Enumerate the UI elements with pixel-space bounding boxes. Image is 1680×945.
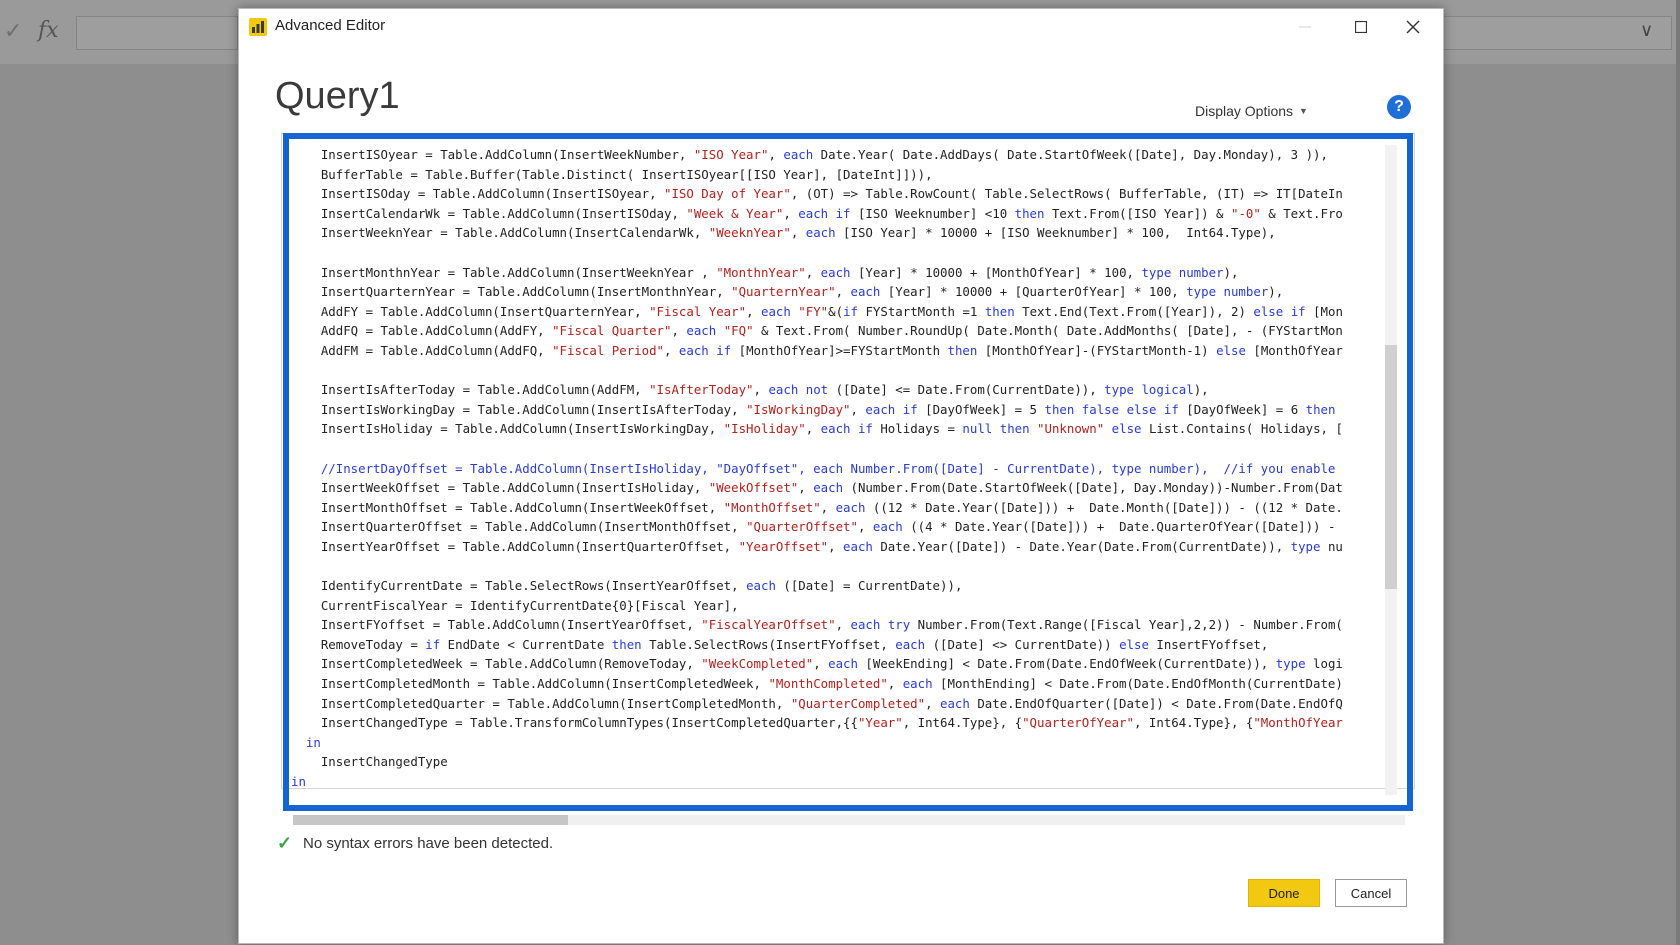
syntax-status: ✓ No syntax errors have been detected. bbox=[277, 833, 553, 854]
code-line: AddFM = Table.AddColumn(AddFQ, "Fiscal P… bbox=[291, 342, 1343, 358]
minimize-button[interactable] bbox=[1285, 13, 1325, 41]
chevron-down-icon: ∨ bbox=[1640, 20, 1654, 40]
code-line: InsertYearOffset = Table.AddColumn(Inser… bbox=[291, 538, 1343, 554]
display-options-dropdown[interactable]: Display Options ▼ bbox=[1195, 103, 1308, 119]
advanced-editor-dialog: Advanced Editor Query1 Display Options ▼… bbox=[238, 8, 1444, 944]
formula-input-extended bbox=[1440, 16, 1672, 50]
code-line: InsertChangedType = Table.TransformColum… bbox=[291, 715, 1343, 731]
vertical-scrollbar-thumb[interactable] bbox=[1385, 345, 1397, 589]
power-bi-icon bbox=[249, 18, 267, 36]
minimize-icon bbox=[1299, 26, 1311, 28]
code-line: InsertIsAfterToday = Table.AddColumn(Add… bbox=[291, 382, 1209, 398]
dialog-titlebar[interactable]: Advanced Editor bbox=[239, 9, 1443, 43]
commit-check-icon: ✓ bbox=[4, 18, 23, 43]
code-line: InsertChangedType bbox=[291, 754, 448, 770]
help-icon[interactable]: ? bbox=[1387, 95, 1411, 119]
cancel-button[interactable]: Cancel bbox=[1335, 879, 1407, 907]
query-name-heading: Query1 bbox=[275, 75, 400, 117]
code-line: fnDateTable bbox=[291, 792, 1381, 795]
code-line: IdentifyCurrentDate = Table.SelectRows(I… bbox=[291, 578, 963, 594]
code-line: InsertCompletedQuarter = Table.AddColumn… bbox=[291, 695, 1343, 711]
code-line: InsertISOday = Table.AddColumn(InsertISO… bbox=[291, 186, 1343, 202]
syntax-status-text: No syntax errors have been detected. bbox=[303, 835, 554, 852]
code-line: InsertCompletedWeek = Table.AddColumn(Re… bbox=[291, 656, 1343, 672]
code-line: InsertWeekOffset = Table.AddColumn(Inser… bbox=[291, 480, 1343, 496]
caret-down-icon: ▼ bbox=[1299, 106, 1308, 116]
code-line: InsertMonthOffset = Table.AddColumn(Inse… bbox=[291, 499, 1343, 515]
code-line: CurrentFiscalYear = IdentifyCurrentDate{… bbox=[291, 597, 739, 613]
close-icon bbox=[1406, 20, 1420, 34]
dialog-title: Advanced Editor bbox=[275, 17, 386, 34]
code-line: in bbox=[305, 734, 321, 750]
code-line: InsertQuarterOffset = Table.AddColumn(In… bbox=[291, 519, 1336, 535]
code-line: InsertWeeknYear = Table.AddColumn(Insert… bbox=[291, 225, 1276, 241]
done-button[interactable]: Done bbox=[1248, 879, 1320, 907]
horizontal-scrollbar-thumb[interactable] bbox=[293, 815, 568, 825]
code-line: InsertCalendarWk = Table.AddColumn(Inser… bbox=[291, 205, 1343, 221]
checkmark-icon: ✓ bbox=[277, 833, 293, 853]
code-line: AddFQ = Table.AddColumn(AddFY, "Fiscal Q… bbox=[291, 323, 1343, 339]
code-line: AddFY = Table.AddColumn(InsertQuarternYe… bbox=[291, 303, 1343, 319]
code-line: InsertIsHoliday = Table.AddColumn(Insert… bbox=[291, 421, 1343, 437]
code-line: InsertCompletedMonth = Table.AddColumn(I… bbox=[291, 676, 1343, 692]
close-button[interactable] bbox=[1393, 13, 1433, 41]
code-line: InsertISOyear = Table.AddColumn(InsertWe… bbox=[291, 147, 1328, 162]
code-editor[interactable]: InsertISOyear = Table.AddColumn(InsertWe… bbox=[291, 145, 1381, 795]
code-line: InsertQuarternYear = Table.AddColumn(Ins… bbox=[291, 284, 1284, 300]
formula-input bbox=[76, 16, 238, 50]
code-line: RemoveToday = if EndDate < CurrentDate t… bbox=[291, 636, 1269, 652]
code-line: BufferTable = Table.Buffer(Table.Distinc… bbox=[291, 166, 933, 182]
maximize-icon bbox=[1355, 21, 1367, 33]
code-line: //InsertDayOffset = Table.AddColumn(Inse… bbox=[291, 460, 1336, 476]
background-edge bbox=[1676, 0, 1680, 945]
fx-icon: fx bbox=[38, 18, 59, 43]
code-line: InsertIsWorkingDay = Table.AddColumn(Ins… bbox=[291, 401, 1336, 417]
maximize-button[interactable] bbox=[1341, 13, 1381, 41]
code-line: InsertFYoffset = Table.AddColumn(InsertY… bbox=[291, 617, 1343, 633]
code-line: in bbox=[291, 774, 306, 789]
code-line: InsertMonthnYear = Table.AddColumn(Inser… bbox=[291, 264, 1239, 280]
display-options-label: Display Options bbox=[1195, 103, 1294, 119]
